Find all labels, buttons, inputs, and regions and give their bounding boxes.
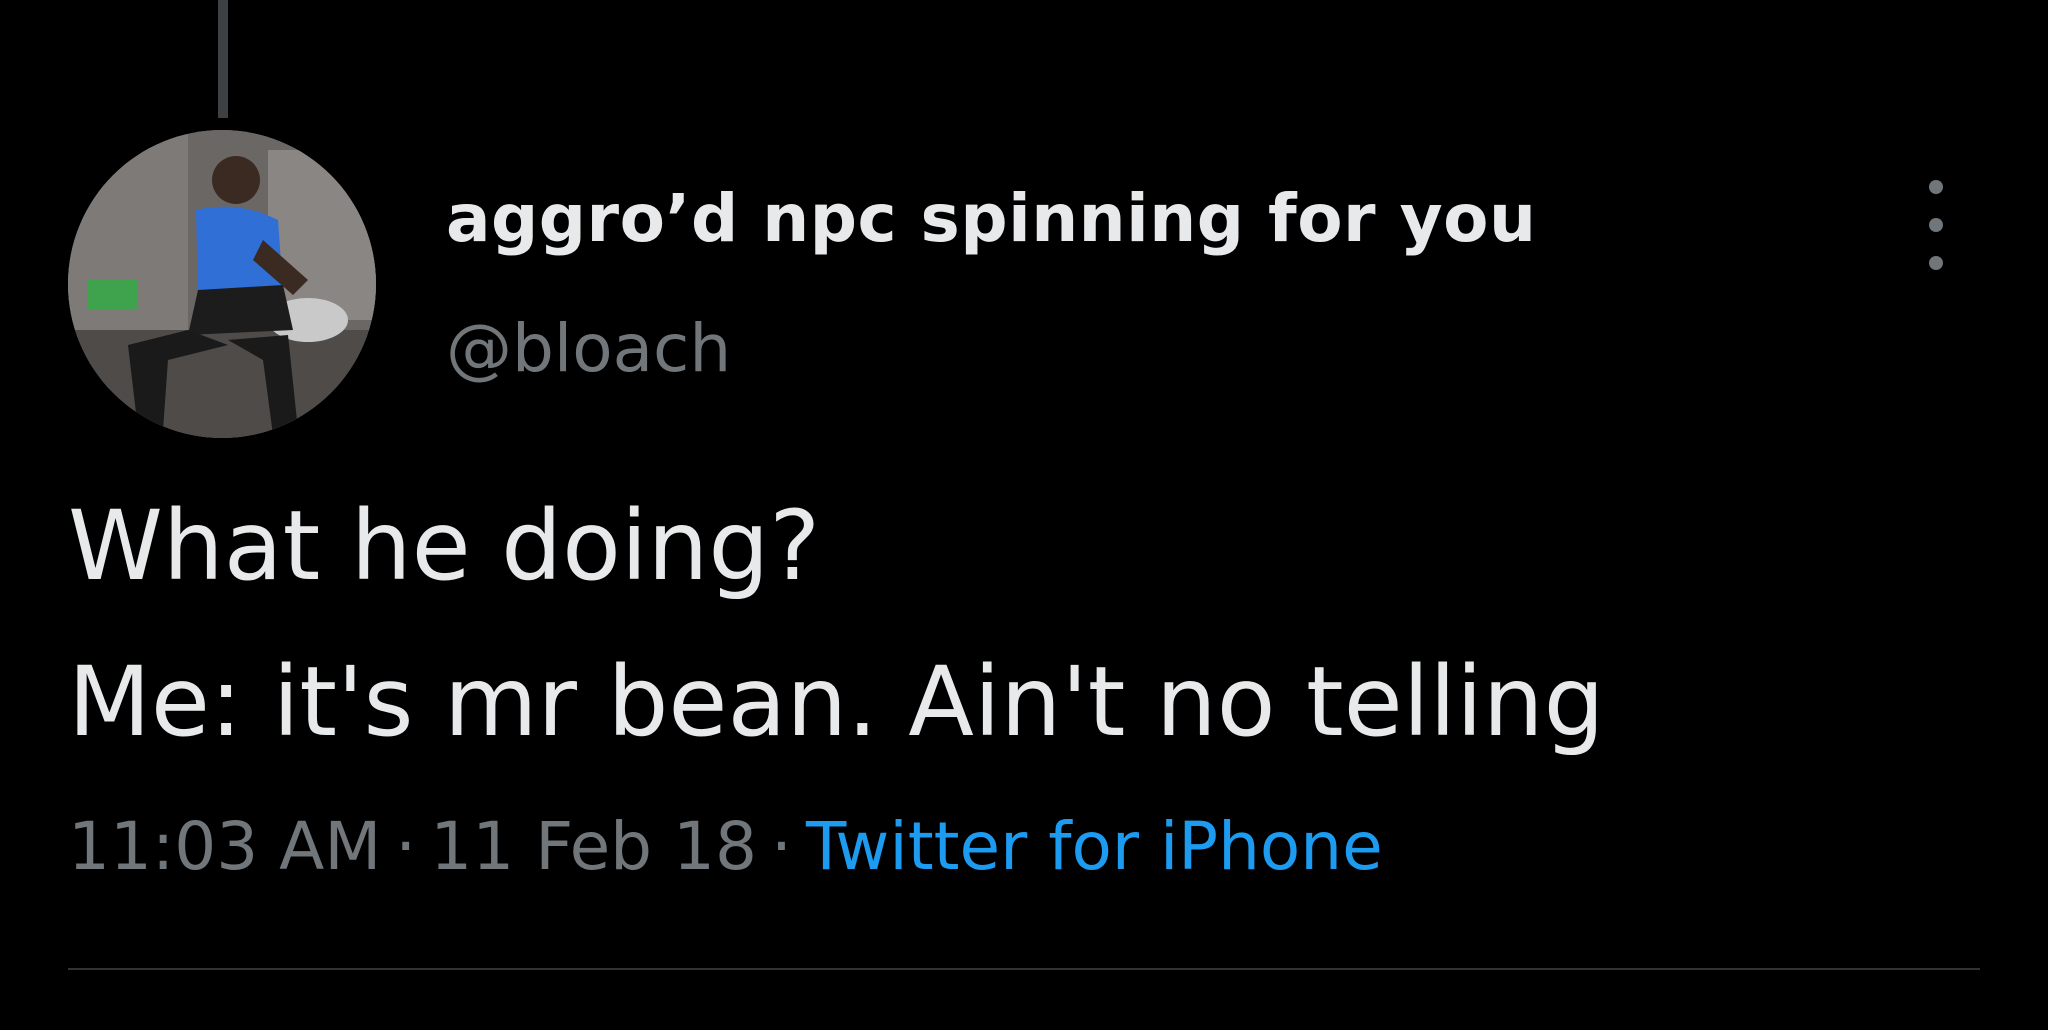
more-options-icon — [1929, 180, 1943, 194]
meta-separator: · — [395, 808, 417, 885]
more-options-icon-dot — [1929, 218, 1943, 232]
tweet-time[interactable]: 11:03 AM — [68, 808, 381, 885]
tweet-text-line: What he doing? — [68, 490, 821, 602]
tweet-metadata: 11:03 AM · 11 Feb 18 · Twitter for iPhone — [68, 808, 1383, 885]
tweet-date[interactable]: 11 Feb 18 — [430, 808, 757, 885]
meta-separator: · — [771, 808, 793, 885]
author-display-name[interactable]: aggro’d npc spinning for you — [446, 180, 1536, 257]
thread-connector-line — [218, 0, 228, 118]
avatar-image — [68, 130, 376, 438]
more-options-icon-dot — [1929, 256, 1943, 270]
profile-avatar[interactable] — [68, 130, 376, 438]
tweet-source-link[interactable]: Twitter for iPhone — [806, 808, 1383, 885]
more-options-button[interactable] — [1912, 180, 1960, 270]
tweet-text: What he doing? Me: it's mr bean. Ain't n… — [68, 468, 1968, 780]
author-handle[interactable]: @bloach — [446, 310, 731, 387]
tweet-text-line: Me: it's mr bean. Ain't no telling — [68, 646, 1605, 758]
divider — [68, 968, 1980, 970]
